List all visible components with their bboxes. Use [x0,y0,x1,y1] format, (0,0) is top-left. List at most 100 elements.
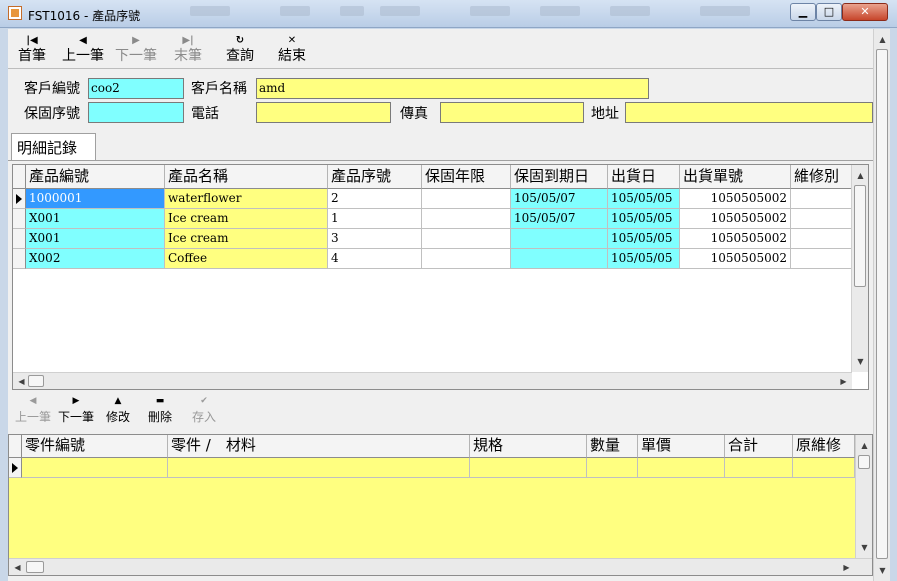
grid-cell[interactable] [511,229,608,249]
column-header[interactable]: 產品編號 [26,165,165,189]
row-header[interactable] [13,189,26,209]
grid-cell[interactable]: X001 [26,229,165,249]
grid-cell[interactable]: 3 [328,229,422,249]
grid-cell[interactable]: 1050505002 [680,209,791,229]
grid-cell[interactable] [470,458,587,478]
first-record-button[interactable]: |◀ 首筆 [18,34,46,64]
scroll-up-icon[interactable]: ▲ [874,31,891,48]
tab-detail-records[interactable]: 明細記錄 [11,133,96,160]
column-header[interactable]: 數量 [587,435,638,458]
prev-record-button[interactable]: ◀ 上一筆 [62,34,104,64]
column-header[interactable]: 出貨單號 [680,165,791,189]
parts-grid[interactable]: 零件編號 零件 / 材料 規格 數量 單價 合計 原維修 ▲ ▼ ◀ ▶ [8,434,873,576]
grid-cell[interactable]: waterflower [165,189,328,209]
detail-grid-vscrollbar[interactable]: ▲ ▼ [851,165,868,372]
detail-grid[interactable]: 產品編號 產品名稱 產品序號 保固年限 保固到期日 出貨日 出貨單號 維修別 1… [12,164,869,390]
scroll-right-icon[interactable]: ▶ [835,373,852,389]
parts-grid-vscrollbar[interactable]: ▲ ▼ [855,435,872,558]
grid-cell[interactable]: 2 [328,189,422,209]
grid-cell[interactable] [791,189,853,209]
warranty-no-field[interactable] [88,102,184,123]
exit-button[interactable]: ✕ 結束 [278,34,306,64]
query-button[interactable]: ↻ 查詢 [226,34,254,64]
grid-cell[interactable] [422,189,511,209]
column-header[interactable]: 出貨日 [608,165,680,189]
scroll-thumb[interactable] [876,49,888,559]
close-button[interactable]: ✕ [842,3,888,21]
grid-cell[interactable]: 105/05/07 [511,209,608,229]
maximize-button[interactable]: □ [816,3,842,21]
grid-cell[interactable]: Ice cream [165,209,328,229]
grid-cell[interactable] [587,458,638,478]
row-header[interactable] [13,209,26,229]
grid-cell[interactable]: X002 [26,249,165,269]
detail-save-button[interactable]: ✔ 存入 [190,394,218,424]
scroll-down-icon[interactable]: ▼ [856,539,872,556]
grid-cell[interactable]: X001 [26,209,165,229]
grid-cell[interactable]: 1 [328,209,422,229]
last-record-button[interactable]: ▶| 末筆 [174,34,202,64]
grid-cell[interactable] [638,458,725,478]
grid-cell[interactable]: 1050505002 [680,229,791,249]
column-header[interactable]: 規格 [470,435,587,458]
grid-cell[interactable]: Coffee [165,249,328,269]
grid-cell[interactable]: 1050505002 [680,189,791,209]
grid-cell[interactable] [725,458,793,478]
column-header[interactable]: 零件編號 [22,435,168,458]
grid-cell[interactable]: 105/05/05 [608,249,680,269]
detail-edit-button[interactable]: ▲ 修改 [104,394,132,424]
column-header[interactable]: 零件 / 材料 [168,435,470,458]
customer-no-field[interactable]: coo2 [88,78,184,99]
grid-cell[interactable]: 1050505002 [680,249,791,269]
scroll-thumb[interactable] [28,375,44,387]
grid-cell[interactable] [793,458,855,478]
grid-cell[interactable] [791,229,853,249]
scroll-down-icon[interactable]: ▼ [874,562,891,579]
scroll-right-icon[interactable]: ▶ [838,559,855,575]
column-header[interactable]: 原維修 [793,435,855,458]
grid-cell[interactable] [422,209,511,229]
scroll-down-icon[interactable]: ▼ [852,353,868,370]
scroll-up-icon[interactable]: ▲ [852,167,868,184]
grid-cell[interactable]: 105/05/07 [511,189,608,209]
grid-cell[interactable]: 4 [328,249,422,269]
scroll-thumb[interactable] [26,561,44,573]
next-record-button[interactable]: ▶ 下一筆 [115,34,157,64]
scroll-left-icon[interactable]: ◀ [9,559,26,575]
address-field[interactable] [625,102,873,123]
grid-cell[interactable]: 105/05/05 [608,189,680,209]
grid-cell[interactable]: Ice cream [165,229,328,249]
detail-delete-button[interactable]: ▬ 刪除 [146,394,174,424]
row-header[interactable] [13,249,26,269]
column-header[interactable]: 產品名稱 [165,165,328,189]
detail-grid-hscrollbar[interactable]: ◀ ▶ [13,372,852,389]
column-header[interactable]: 合計 [725,435,793,458]
row-header[interactable] [13,229,26,249]
grid-cell[interactable] [511,249,608,269]
grid-cell[interactable] [168,458,470,478]
grid-cell[interactable]: 105/05/05 [608,229,680,249]
window-vscrollbar[interactable]: ▲ ▼ [873,29,890,581]
minimize-button[interactable]: ▁ [790,3,816,21]
scroll-up-icon[interactable]: ▲ [856,437,872,454]
grid-cell[interactable] [22,458,168,478]
phone-field[interactable] [256,102,391,123]
column-header[interactable]: 保固年限 [422,165,511,189]
scroll-thumb[interactable] [858,455,870,469]
customer-name-field[interactable]: amd [256,78,649,99]
grid-cell[interactable] [791,249,853,269]
grid-cell[interactable] [422,249,511,269]
column-header[interactable]: 產品序號 [328,165,422,189]
column-header[interactable]: 維修別 [791,165,853,189]
detail-prev-button[interactable]: ◀ 上一筆 [14,394,52,424]
parts-grid-hscrollbar[interactable]: ◀ ▶ [9,558,872,575]
detail-next-button[interactable]: ▶ 下一筆 [57,394,95,424]
grid-cell[interactable] [791,209,853,229]
row-header[interactable] [9,458,22,478]
scroll-thumb[interactable] [854,185,866,287]
fax-field[interactable] [440,102,584,123]
grid-cell[interactable]: 105/05/05 [608,209,680,229]
column-header[interactable]: 單價 [638,435,725,458]
grid-cell[interactable] [422,229,511,249]
grid-cell[interactable]: 1000001 [26,189,165,209]
